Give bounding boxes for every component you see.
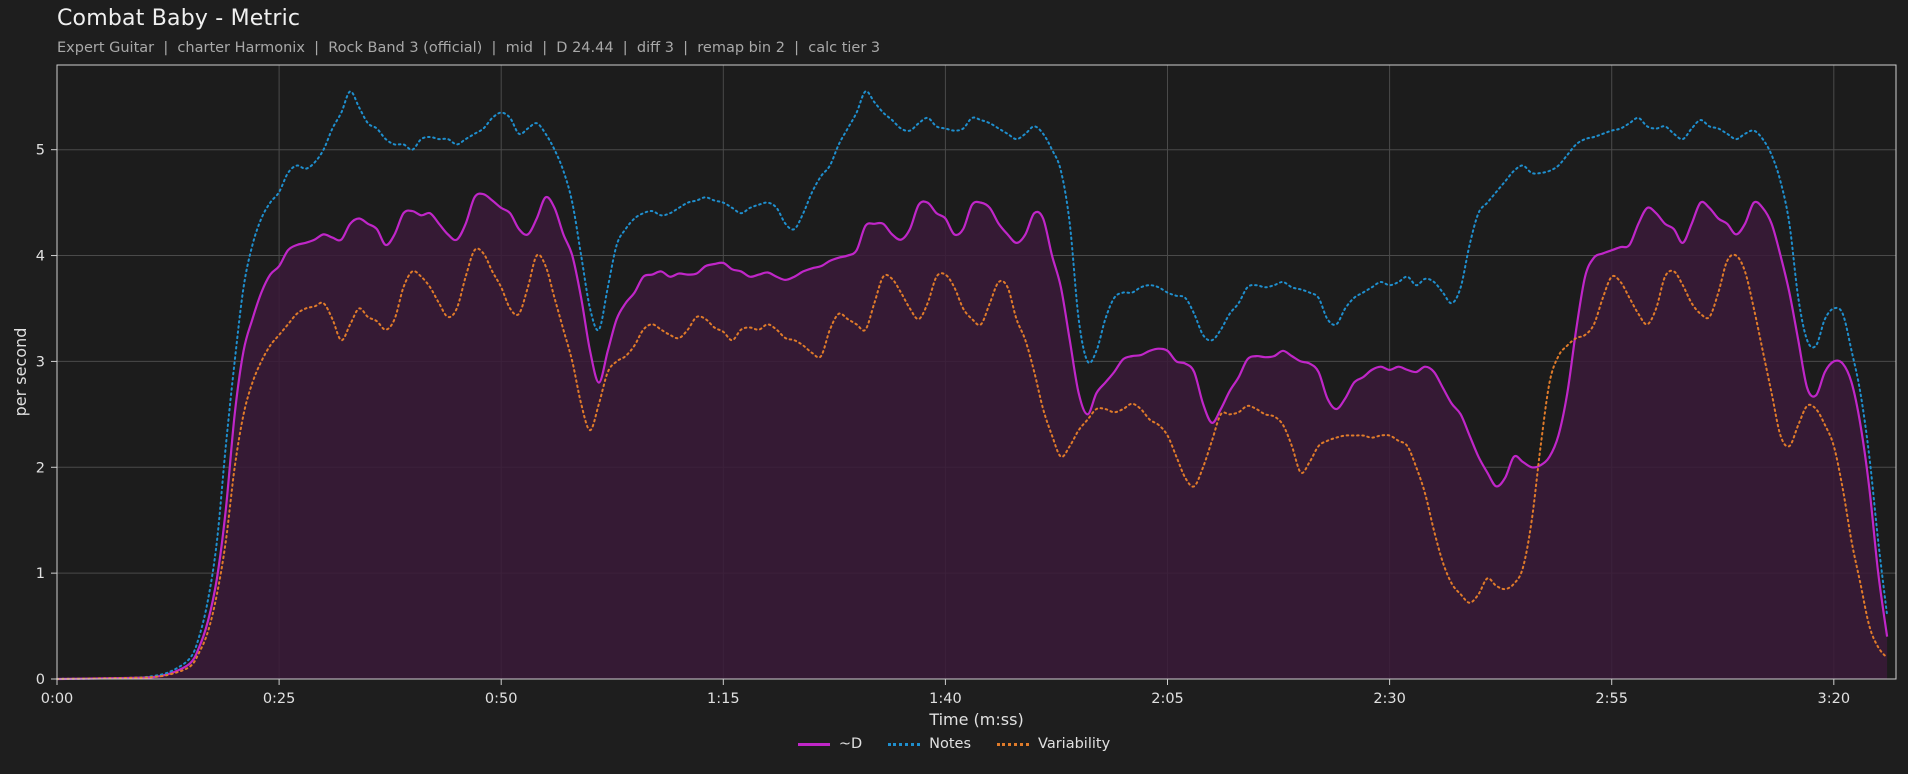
legend-swatch-variability <box>997 742 1030 746</box>
x-tick-label: 0:25 <box>263 691 296 707</box>
y-tick-label: 2 <box>36 460 45 476</box>
legend-label-notes: Notes <box>929 736 972 752</box>
y-tick-label: 5 <box>36 143 45 159</box>
x-tick-label: 2:30 <box>1373 691 1406 707</box>
x-tick-label: 0:50 <box>485 691 518 707</box>
legend: ~D Notes Variability <box>0 736 1908 752</box>
x-tick-label: 1:40 <box>929 691 962 707</box>
y-axis-title: per second <box>11 328 30 417</box>
y-tick-label: 4 <box>36 249 45 265</box>
x-tick-label: 2:55 <box>1595 691 1628 707</box>
legend-label-d: ~D <box>838 736 863 752</box>
y-tick-label: 3 <box>36 354 45 370</box>
legend-label-variability: Variability <box>1038 736 1111 752</box>
legend-item-notes[interactable]: Notes <box>888 736 971 752</box>
y-tick-label: 1 <box>36 566 45 582</box>
x-tick-label: 1:15 <box>707 691 740 707</box>
x-axis-title: Time (m:ss) <box>928 710 1023 729</box>
fill-layer <box>57 193 1888 679</box>
x-tick-label: 3:20 <box>1818 691 1851 707</box>
series-fill-d <box>57 193 1888 679</box>
metric-chart: 0:00 0:25 0:50 1:15 1:40 2:05 2:30 2:55 3:20 0 1 2 3… <box>11 64 1897 729</box>
legend-item-variability[interactable]: Variability <box>997 736 1110 752</box>
legend-swatch-d <box>797 742 830 746</box>
y-tick-label: 0 <box>36 672 45 688</box>
legend-item-d[interactable]: ~D <box>797 736 863 752</box>
x-tick-label: 2:05 <box>1151 691 1184 707</box>
x-tick-label: 0:00 <box>41 691 74 707</box>
legend-swatch-notes <box>888 742 921 746</box>
